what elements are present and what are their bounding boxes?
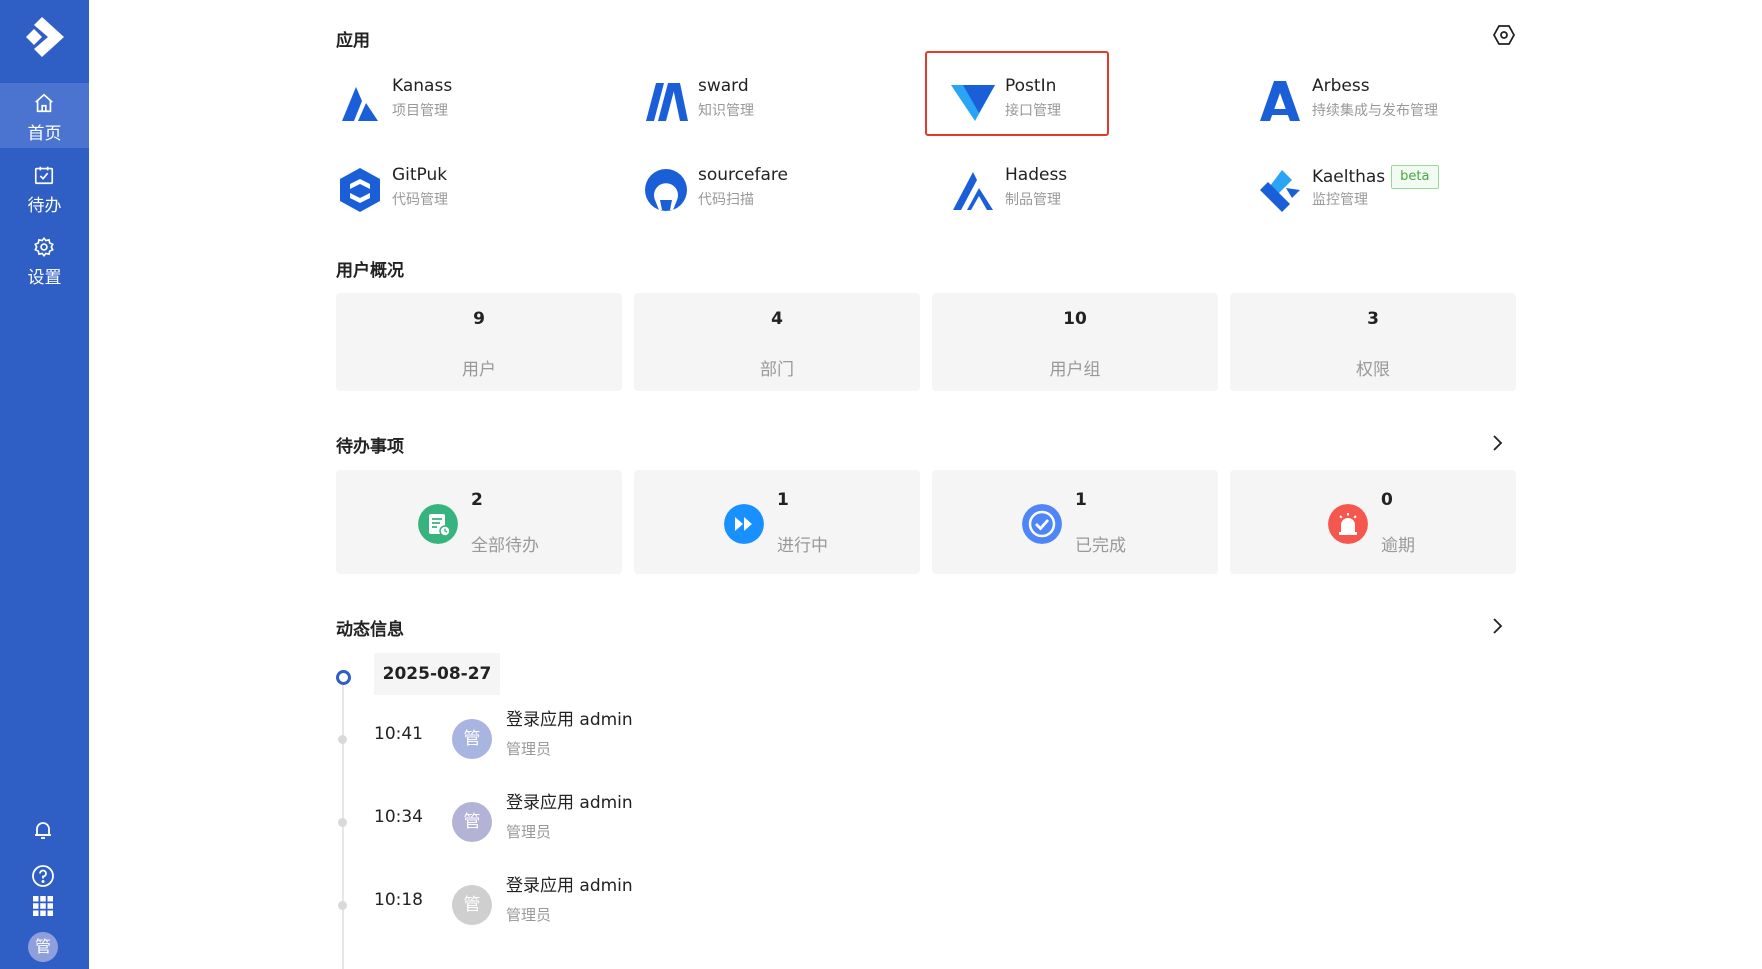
activity-avatar: 管 [452,802,492,842]
nav-label: 待办 [27,196,62,216]
app-name: sward [698,76,749,96]
task-list-icon [418,504,458,544]
app-kaelthas[interactable]: Kaelthas beta 监控管理 [1256,161,1496,221]
activity-subtitle: 管理员 [506,740,552,758]
app-desc: 监控管理 [1312,192,1368,208]
app-hadess[interactable]: Hadess 制品管理 [949,161,1189,221]
home-icon [35,93,53,113]
app-desc: 知识管理 [698,103,754,119]
todo-label: 全部待办 [471,536,539,556]
fast-forward-icon [724,504,764,544]
app-name: GitPuk [392,165,448,185]
app-desc: 制品管理 [1005,192,1061,208]
stat-label: 权限 [1356,360,1390,380]
stat-label: 用户组 [1049,360,1101,380]
activity-avatar: 管 [452,719,492,759]
activity-item[interactable]: 10:41 管 登录应用 admin 管理员 [0,705,900,775]
app-desc: 项目管理 [392,103,448,119]
beta-badge: beta [1391,165,1439,189]
kanass-logo-icon [342,87,378,121]
todo-card-completed[interactable]: 1 已完成 [932,470,1218,574]
todo-label: 已完成 [1075,536,1126,556]
chevron-right-icon[interactable] [1487,433,1507,453]
app-name: Kanass [392,76,453,96]
settings-hex-icon[interactable] [1492,23,1516,47]
arbess-logo-icon [1260,81,1300,121]
app-sourcefare[interactable]: sourcefare 代码扫描 [642,161,882,221]
todo-card-all[interactable]: 2 全部待办 [336,470,622,574]
app-name: Hadess [1005,165,1068,185]
activity-title: 登录应用 admin [506,876,633,896]
sward-logo-icon [646,83,688,121]
gitpuk-logo-icon [340,168,380,212]
stat-value: 4 [771,309,783,329]
app-sward[interactable]: sward 知识管理 [642,72,882,132]
todo-card-overdue[interactable]: 0 逾期 [1230,470,1516,574]
timeline-date-marker [336,670,351,685]
app-arbess[interactable]: Arbess 持续集成与发布管理 [1256,72,1496,132]
check-circle-icon [1022,504,1062,544]
todo-card-in-progress[interactable]: 1 进行中 [634,470,920,574]
app-kanass[interactable]: Kanass 项目管理 [336,72,576,132]
calendar-check-icon [34,166,54,185]
todo-label: 进行中 [777,536,828,556]
timeline-dot [338,901,347,910]
app-name: Arbess [1312,76,1370,96]
todo-count: 1 [777,490,789,510]
stat-card-user-groups: 10 用户组 [932,293,1218,391]
app-desc: 持续集成与发布管理 [1312,103,1438,119]
nav-home[interactable]: 首页 [0,83,89,148]
stat-value: 9 [473,309,485,329]
timeline-date: 2025-08-27 [374,653,500,695]
stat-value: 10 [1063,309,1087,329]
stat-label: 部门 [760,360,794,380]
todo-count: 1 [1075,490,1087,510]
app-desc: 代码管理 [392,192,448,208]
nav-todo[interactable]: 待办 [0,155,89,220]
apps-section-title: 应用 [336,31,370,51]
users-section-title: 用户概况 [336,261,404,281]
activity-section-title: 动态信息 [336,620,404,640]
postin-logo-icon [951,85,995,121]
activity-subtitle: 管理员 [506,823,552,841]
sourcefare-logo-icon [645,169,687,211]
stat-card-departments: 4 部门 [634,293,920,391]
nav-label: 首页 [27,124,62,144]
timeline-dot [338,818,347,827]
activity-avatar: 管 [452,885,492,925]
todo-count: 0 [1381,490,1393,510]
activity-time: 10:34 [374,807,423,827]
todo-count: 2 [471,490,483,510]
app-name: Kaelthas beta [1312,165,1439,189]
app-gitpuk[interactable]: GitPuk 代码管理 [336,161,576,221]
activity-item[interactable]: 10:34 管 登录应用 admin 管理员 [0,788,900,858]
activity-time: 10:18 [374,890,423,910]
app-name: PostIn [1005,76,1057,96]
todo-label: 逾期 [1381,536,1415,556]
gear-icon [34,236,54,258]
stat-card-users: 9 用户 [336,293,622,391]
main-content: 应用 Kanass 项目管理 sward 知识管理 PostIn 接口管理 Ar… [89,0,1762,969]
stat-label: 用户 [462,360,496,380]
app-logo-icon[interactable] [22,15,66,59]
app-postin[interactable]: PostIn 接口管理 [949,72,1189,132]
chevron-right-icon[interactable] [1487,616,1507,636]
hadess-logo-icon [953,172,993,210]
activity-title: 登录应用 admin [506,793,633,813]
activity-title: 登录应用 admin [506,710,633,730]
nav-settings[interactable]: 设置 [0,227,89,292]
stat-card-permissions: 3 权限 [1230,293,1516,391]
activity-item[interactable]: 10:18 管 登录应用 admin 管理员 [0,871,900,941]
todos-section-title: 待办事项 [336,437,404,457]
activity-subtitle: 管理员 [506,906,552,924]
app-desc: 接口管理 [1005,103,1061,119]
nav-label: 设置 [27,268,62,288]
kaelthas-logo-icon [1260,170,1300,212]
app-name: sourcefare [698,165,788,185]
timeline-dot [338,735,347,744]
activity-time: 10:41 [374,724,423,744]
alarm-icon [1328,504,1368,544]
stat-value: 3 [1367,309,1379,329]
app-desc: 代码扫描 [698,192,754,208]
